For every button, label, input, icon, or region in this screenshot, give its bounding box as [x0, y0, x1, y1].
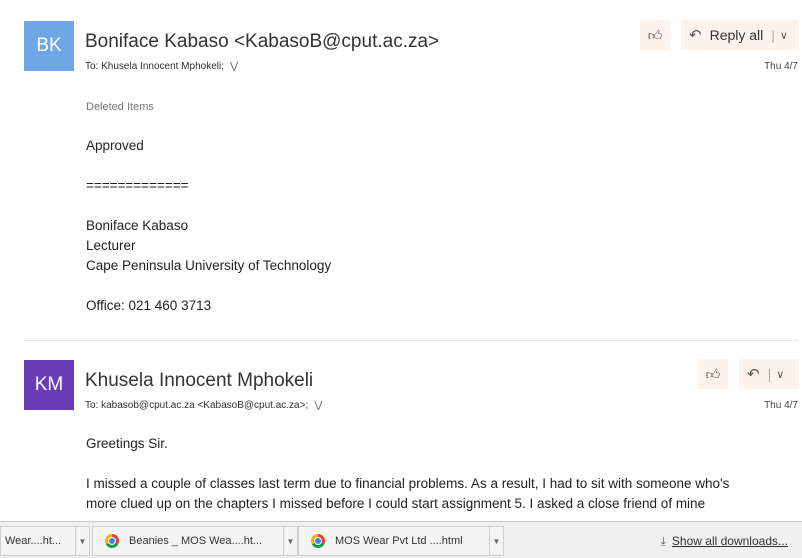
body-line: I missed a couple of classes last term d…: [86, 476, 730, 491]
folder-label: Deleted Items: [86, 101, 154, 113]
button-divider: |: [767, 366, 772, 382]
downloads-bar: Wear....ht... ▼ Beanies _ MOS Wea....ht.…: [0, 521, 802, 558]
message-divider: [24, 340, 798, 341]
message-date: Thu 4/7: [764, 61, 798, 72]
download-filename: Wear....ht...: [5, 535, 62, 547]
body-line: =============: [86, 178, 189, 193]
show-all-downloads-link[interactable]: ⤓ Show all downloads...: [661, 534, 788, 549]
recipient: kabasob@cput.ac.za <KabasoB@cput.ac.za>;: [101, 400, 309, 411]
signature-name: Boniface Kabaso: [86, 218, 189, 233]
download-menu-arrow-icon[interactable]: ▼: [75, 527, 89, 555]
avatar: KM: [24, 360, 74, 410]
expand-recipients-icon[interactable]: ⋁: [314, 400, 322, 411]
avatar: BK: [24, 21, 74, 71]
chevron-down-icon[interactable]: ∨: [776, 368, 784, 381]
chevron-down-icon[interactable]: ∨: [780, 29, 788, 42]
signature-phone: Office: 021 460 3713: [86, 298, 212, 313]
download-filename: Beanies _ MOS Wea....ht...: [129, 535, 263, 547]
reply-all-label: Reply all: [709, 27, 764, 43]
reply-all-icon: ↶: [689, 27, 702, 44]
signature-org: Cape Peninsula University of Technology: [86, 258, 332, 273]
reply-all-icon: ↶: [747, 366, 760, 383]
sender-name[interactable]: Boniface Kabaso <KabasoB@cput.ac.za>: [85, 31, 439, 53]
like-button[interactable]: 👍︎: [698, 359, 728, 389]
body-line: Greetings Sir.: [86, 436, 168, 451]
recipient: Khusela Innocent Mphokeli;: [101, 61, 224, 72]
body-line: more clued up on the chapters I missed b…: [86, 496, 706, 511]
recipients[interactable]: To: kabasob@cput.ac.za <KabasoB@cput.ac.…: [85, 400, 322, 411]
sender-name[interactable]: Khusela Innocent Mphokeli: [85, 370, 313, 392]
chrome-icon: [311, 534, 325, 548]
show-all-label: Show all downloads...: [671, 534, 788, 548]
download-filename: MOS Wear Pvt Ltd ....html: [335, 535, 463, 547]
download-icon: ⤓: [660, 534, 666, 548]
to-label: To:: [85, 400, 99, 411]
download-menu-arrow-icon[interactable]: ▼: [283, 527, 297, 555]
reply-all-button[interactable]: ↶ Reply all | ∨: [681, 20, 799, 50]
message-body: Greetings Sir. I missed a couple of clas…: [86, 434, 790, 514]
message-body: Approved ============= Boniface Kabaso L…: [86, 136, 790, 316]
button-divider: |: [771, 27, 775, 43]
download-item[interactable]: Wear....ht... ▼: [0, 526, 90, 556]
body-line: Approved: [86, 138, 144, 153]
recipients[interactable]: To: Khusela Innocent Mphokeli; ⋁: [85, 61, 238, 72]
chrome-icon: [105, 534, 119, 548]
expand-recipients-icon[interactable]: ⋁: [230, 61, 238, 72]
reply-button[interactable]: ↶ | ∨: [739, 359, 799, 389]
like-button[interactable]: 👍︎: [640, 20, 670, 50]
thumbs-up-icon: 👍︎: [647, 26, 663, 43]
download-item[interactable]: Beanies _ MOS Wea....ht... ▼: [92, 526, 298, 556]
download-item[interactable]: MOS Wear Pvt Ltd ....html ▼: [298, 526, 504, 556]
signature-title: Lecturer: [86, 238, 136, 253]
message-date: Thu 4/7: [764, 400, 798, 411]
to-label: To:: [85, 61, 99, 72]
thumbs-up-icon: 👍︎: [705, 365, 721, 382]
download-menu-arrow-icon[interactable]: ▼: [489, 527, 503, 555]
